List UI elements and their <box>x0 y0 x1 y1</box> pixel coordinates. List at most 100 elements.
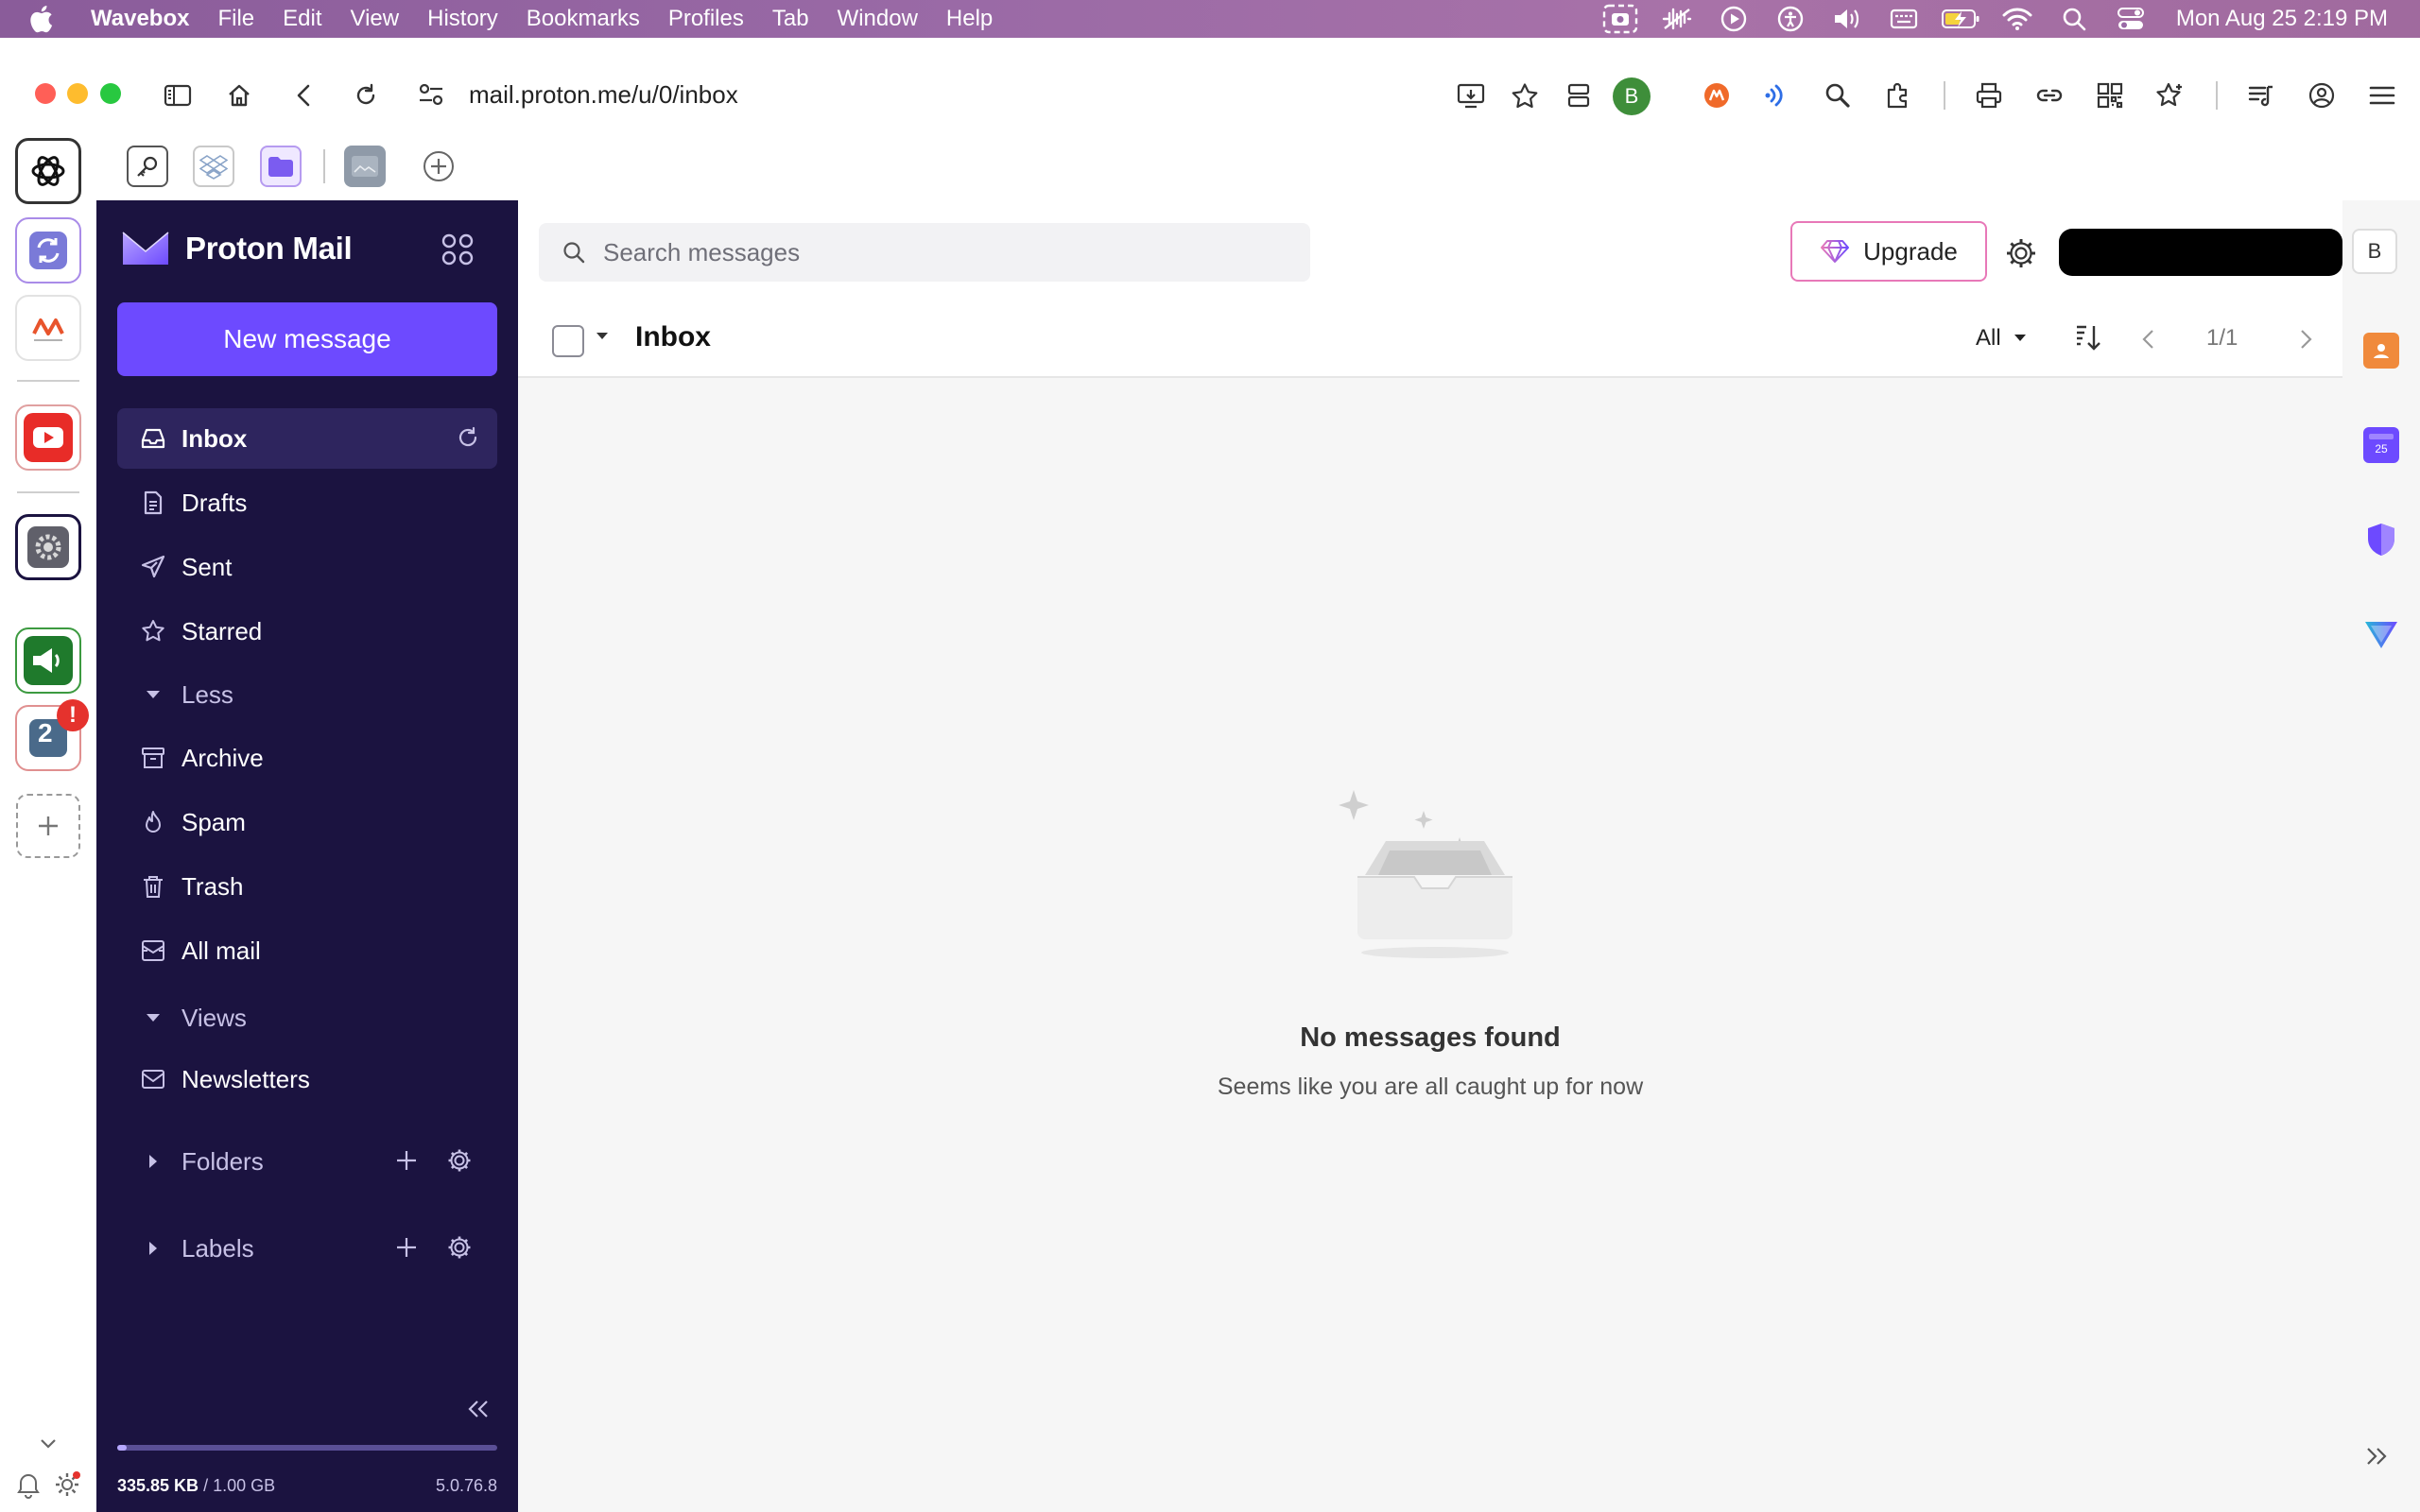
sidebar-item-trash[interactable]: Trash <box>117 856 497 917</box>
window-minimize-button[interactable] <box>67 83 88 104</box>
tab-stack-icon[interactable] <box>1556 73 1601 118</box>
dock-app-namecheap[interactable] <box>15 295 81 361</box>
menu-history[interactable]: History <box>427 6 498 32</box>
dock-app-megaphone[interactable] <box>15 627 81 694</box>
qr-code-icon[interactable] <box>2087 73 2133 118</box>
control-center-icon[interactable] <box>2102 0 2159 38</box>
reload-icon[interactable] <box>343 73 389 118</box>
menu-edit[interactable]: Edit <box>283 6 321 32</box>
drive-triangle-icon[interactable] <box>2363 616 2399 652</box>
dock-expand-chevron-icon[interactable] <box>36 1435 60 1452</box>
media-queue-icon[interactable] <box>2238 73 2284 118</box>
labels-settings-gear-icon[interactable] <box>433 1234 486 1261</box>
tab-photo-app[interactable] <box>344 146 386 187</box>
window-close-button[interactable] <box>35 83 56 104</box>
browser-profile-avatar[interactable]: B <box>1613 77 1651 115</box>
upgrade-button[interactable]: Upgrade <box>1790 221 1987 282</box>
contacts-app-icon[interactable] <box>2363 333 2399 369</box>
select-dropdown-caret-icon[interactable] <box>594 331 611 342</box>
section-less-toggle[interactable]: Less <box>117 671 497 718</box>
copy-link-icon[interactable] <box>2027 73 2072 118</box>
sidebar-item-all-mail[interactable]: All mail <box>117 920 497 981</box>
add-tab-button[interactable] <box>418 146 459 187</box>
menu-tab[interactable]: Tab <box>772 6 809 32</box>
search-box[interactable] <box>539 223 1310 282</box>
volume-icon[interactable] <box>1819 0 1876 38</box>
add-folder-plus-icon[interactable] <box>380 1147 433 1174</box>
url-text[interactable]: mail.proton.me/u/0/inbox <box>469 80 738 110</box>
dock-app-chatgpt[interactable] <box>15 138 81 204</box>
extensions-puzzle-icon[interactable] <box>1876 73 1921 118</box>
menubar-clock[interactable]: Mon Aug 25 2:19 PM <box>2176 6 2388 32</box>
wifi-icon[interactable] <box>1989 0 2046 38</box>
sidebar-item-drafts[interactable]: Drafts <box>117 472 497 533</box>
bookmark-star-icon[interactable] <box>1502 73 1547 118</box>
menu-app-name[interactable]: Wavebox <box>91 6 189 32</box>
calendar-app-icon[interactable]: 25 <box>2363 427 2399 463</box>
search-input[interactable] <box>603 237 1284 267</box>
dock-app-youtube[interactable] <box>15 404 81 471</box>
menu-view[interactable]: View <box>351 6 400 32</box>
menu-file[interactable]: File <box>217 6 254 32</box>
back-icon[interactable] <box>282 73 327 118</box>
extension-metamask-icon[interactable] <box>1694 73 1739 118</box>
section-labels-toggle[interactable]: Labels <box>117 1225 497 1272</box>
next-page-chevron-icon[interactable] <box>2295 323 2316 355</box>
extension-search-icon[interactable] <box>1815 73 1860 118</box>
menu-bookmarks[interactable]: Bookmarks <box>527 6 640 32</box>
add-label-plus-icon[interactable] <box>380 1234 433 1261</box>
tab-dropbox[interactable] <box>193 146 234 187</box>
dock-settings-gear-icon[interactable] <box>53 1470 81 1499</box>
accessibility-icon[interactable] <box>1762 0 1819 38</box>
refresh-icon[interactable] <box>456 425 480 450</box>
dock-add-app-button[interactable] <box>16 794 80 858</box>
sidebar-item-starred[interactable]: Starred <box>117 601 497 662</box>
tab-proton-drive[interactable] <box>260 146 302 187</box>
section-views-toggle[interactable]: Views <box>117 994 497 1041</box>
install-app-icon[interactable] <box>1448 73 1494 118</box>
apple-icon[interactable] <box>28 5 66 33</box>
browser-menu-icon[interactable] <box>2360 73 2405 118</box>
folders-settings-gear-icon[interactable] <box>433 1147 486 1174</box>
account-avatar[interactable]: B <box>2352 229 2397 274</box>
address-bar[interactable]: mail.proton.me/u/0/inbox <box>418 72 738 117</box>
notifications-bell-icon[interactable] <box>15 1470 42 1499</box>
menu-window[interactable]: Window <box>838 6 918 32</box>
brand-logo[interactable]: Proton Mail <box>121 229 353 268</box>
screenshot-icon[interactable] <box>1592 0 1649 38</box>
print-icon[interactable] <box>1966 73 2012 118</box>
sidebar-toggle-icon[interactable] <box>155 73 200 118</box>
previous-page-chevron-icon[interactable] <box>2138 323 2159 355</box>
sidebar-item-newsletters[interactable]: Newsletters <box>117 1049 497 1109</box>
favorites-star-icon[interactable] <box>2148 73 2193 118</box>
sidebar-item-sent[interactable]: Sent <box>117 537 497 597</box>
apps-grid-icon[interactable] <box>441 232 475 266</box>
account-circle-icon[interactable] <box>2299 73 2344 118</box>
sort-icon[interactable] <box>2074 321 2102 355</box>
home-icon[interactable] <box>216 73 262 118</box>
spotlight-search-icon[interactable] <box>2046 0 2102 38</box>
waveform-icon[interactable] <box>1649 0 1705 38</box>
settings-gear-icon[interactable] <box>2004 236 2038 270</box>
site-settings-icon[interactable] <box>418 82 456 107</box>
dock-app-sync[interactable] <box>15 217 81 284</box>
sidebar-item-archive[interactable]: Archive <box>117 728 497 788</box>
dock-app-settings-active[interactable] <box>15 514 81 580</box>
filter-dropdown[interactable]: All <box>1976 325 2028 352</box>
sidebar-item-inbox[interactable]: Inbox <box>117 408 497 469</box>
tab-passwords[interactable] <box>127 146 168 187</box>
section-folders-toggle[interactable]: Folders <box>117 1138 497 1185</box>
sidebar-item-spam[interactable]: Spam <box>117 792 497 852</box>
play-icon[interactable] <box>1705 0 1762 38</box>
collapse-sidebar-icon[interactable] <box>467 1399 490 1419</box>
expand-rail-icon[interactable] <box>2365 1446 2388 1467</box>
vpn-shield-icon[interactable] <box>2363 522 2399 558</box>
menu-help[interactable]: Help <box>946 6 993 32</box>
keyboard-icon[interactable] <box>1876 0 1932 38</box>
battery-icon[interactable] <box>1932 0 1989 38</box>
select-all-checkbox[interactable] <box>552 325 584 357</box>
window-zoom-button[interactable] <box>100 83 121 104</box>
extension-voice-icon[interactable] <box>1754 73 1800 118</box>
new-message-button[interactable]: New message <box>117 302 497 376</box>
menu-profiles[interactable]: Profiles <box>668 6 744 32</box>
